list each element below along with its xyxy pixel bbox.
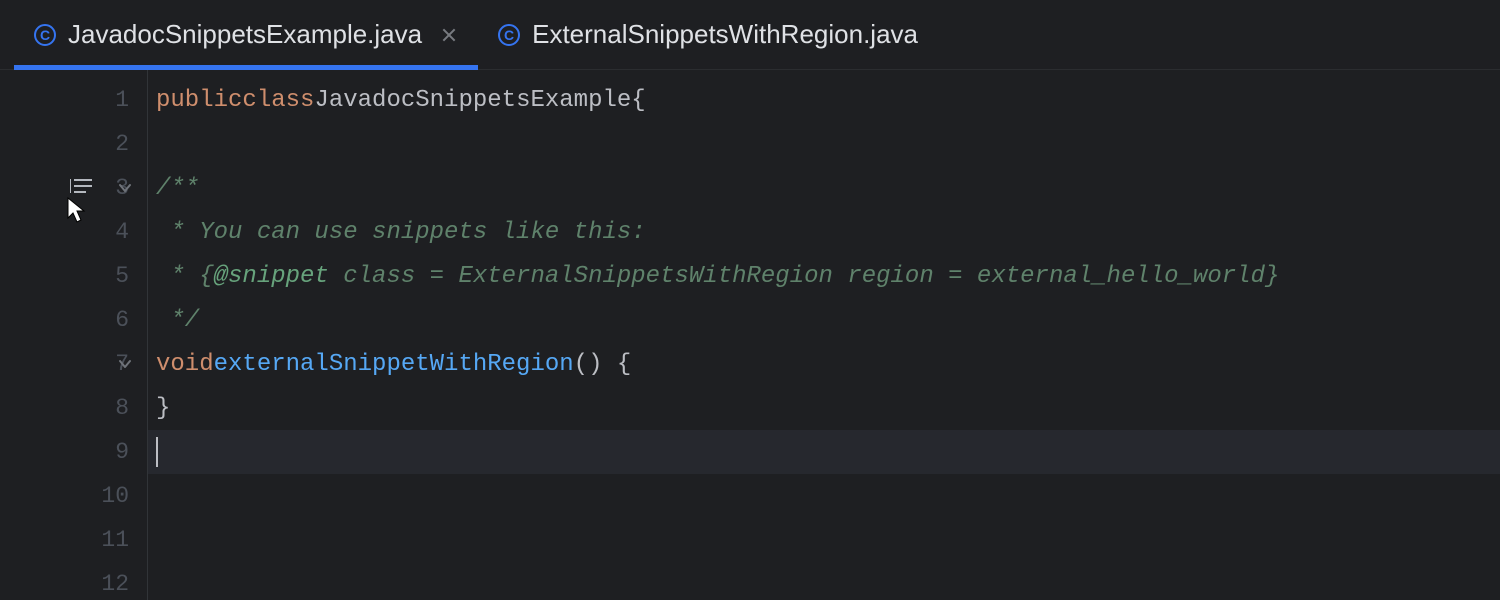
chevron-down-icon[interactable]: [117, 180, 133, 196]
gutter-line[interactable]: 9: [0, 430, 147, 474]
class-file-icon: C: [34, 24, 56, 46]
code-line[interactable]: void externalSnippetWithRegion() {: [148, 342, 1500, 386]
code-line[interactable]: */: [148, 298, 1500, 342]
keyword: class: [242, 87, 314, 114]
brace: {: [631, 87, 645, 114]
javadoc: * {: [156, 263, 214, 290]
editor-tabs: C JavadocSnippetsExample.java C ExternalSni…: [0, 0, 1500, 70]
gutter-line[interactable]: 4: [0, 210, 147, 254]
line-number: 5: [81, 263, 129, 289]
gutter-line[interactable]: 12: [0, 562, 147, 600]
line-number: 2: [81, 131, 129, 157]
class-name: JavadocSnippetsExample: [314, 87, 631, 114]
gutter-line[interactable]: 6: [0, 298, 147, 342]
method-name: externalSnippetWithRegion: [214, 351, 574, 378]
line-number: 1: [81, 87, 129, 113]
code-line[interactable]: public class JavadocSnippetsExample {: [148, 78, 1500, 122]
code-line[interactable]: * You can use snippets like this:: [148, 210, 1500, 254]
code-line[interactable]: [148, 518, 1500, 562]
line-number: 9: [81, 439, 129, 465]
code-line[interactable]: [148, 474, 1500, 518]
javadoc: */: [156, 307, 199, 334]
class-file-icon: C: [498, 24, 520, 46]
close-icon[interactable]: [440, 26, 458, 44]
line-number: 6: [81, 307, 129, 333]
gutter: 123456789101112: [0, 70, 148, 600]
line-number: 12: [81, 571, 129, 597]
code-line[interactable]: [148, 562, 1500, 600]
keyword: void: [156, 351, 214, 378]
tab-javadocsnippetsexample-java[interactable]: C JavadocSnippetsExample.java: [14, 0, 478, 69]
render-doc-icon[interactable]: [70, 176, 92, 196]
editor-area: 123456789101112 public class JavadocSnip…: [0, 70, 1500, 600]
caret-icon: [156, 437, 158, 467]
tab-externalsnippetswithregion-java[interactable]: C ExternalSnippetsWithRegion.java: [478, 0, 938, 69]
gutter-line[interactable]: 7: [0, 342, 147, 386]
code-area[interactable]: public class JavadocSnippetsExample { /*…: [148, 70, 1500, 600]
chevron-down-icon[interactable]: [117, 356, 133, 372]
code-line[interactable]: [148, 122, 1500, 166]
punctuation: () {: [574, 351, 632, 378]
gutter-line[interactable]: 11: [0, 518, 147, 562]
gutter-line[interactable]: 1: [0, 78, 147, 122]
line-number: 10: [81, 483, 129, 509]
brace: }: [156, 395, 170, 422]
javadoc: /**: [156, 175, 199, 202]
code-line[interactable]: }: [148, 386, 1500, 430]
gutter-line[interactable]: 8: [0, 386, 147, 430]
gutter-line[interactable]: 5: [0, 254, 147, 298]
line-number: 8: [81, 395, 129, 421]
javadoc: class = ExternalSnippetsWithRegion regio…: [329, 263, 1280, 290]
code-line[interactable]: * {@snippet class = ExternalSnippetsWith…: [148, 254, 1500, 298]
line-number: 4: [81, 219, 129, 245]
gutter-line[interactable]: 10: [0, 474, 147, 518]
javadoc: * You can use snippets like this:: [156, 219, 646, 246]
line-number: 11: [81, 527, 129, 553]
keyword: public: [156, 87, 242, 114]
code-line-current[interactable]: [148, 430, 1500, 474]
tab-label: JavadocSnippetsExample.java: [68, 19, 422, 50]
tab-label: ExternalSnippetsWithRegion.java: [532, 19, 918, 50]
gutter-line[interactable]: 2: [0, 122, 147, 166]
code-line[interactable]: /**: [148, 166, 1500, 210]
gutter-line[interactable]: 3: [0, 166, 147, 210]
javadoc-tag: @snippet: [214, 263, 329, 290]
